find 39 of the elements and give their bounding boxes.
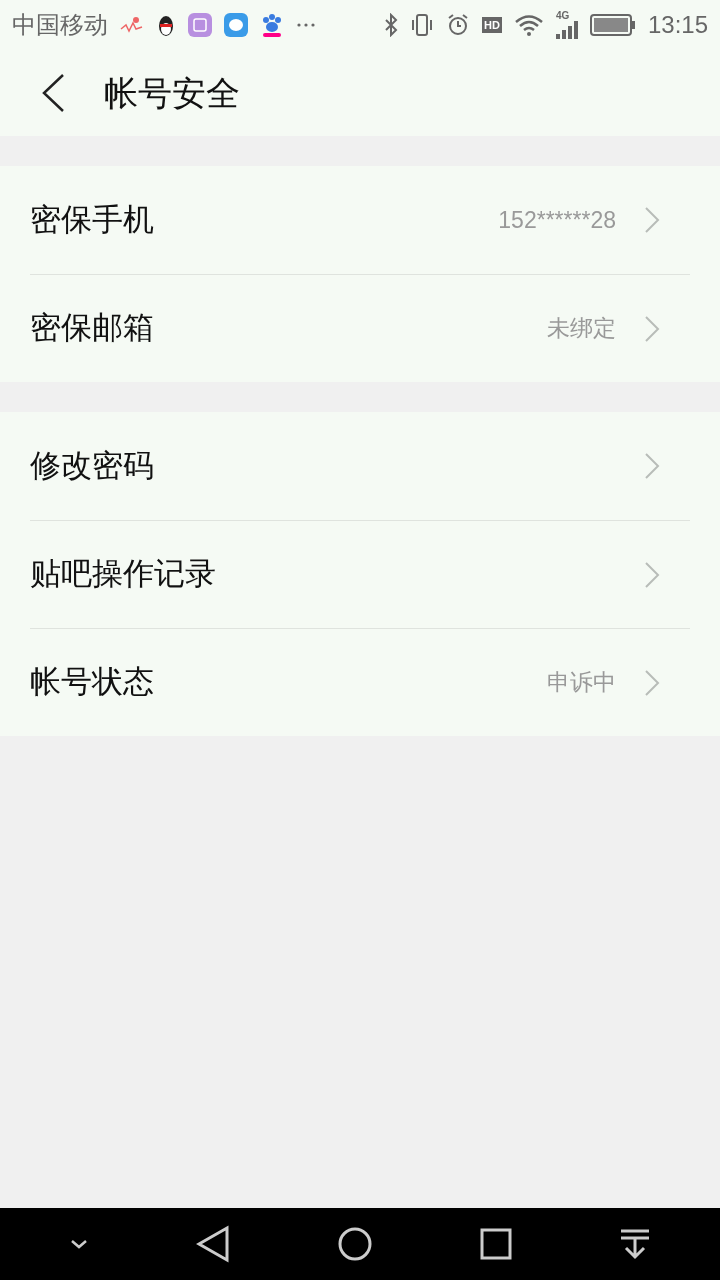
heartbeat-icon [120,15,144,35]
chevron-right-icon [644,452,660,480]
notification-pull-icon[interactable] [618,1228,651,1260]
wifi-icon [513,14,544,36]
settings-row[interactable]: 贴吧操作记录 [30,520,690,628]
chevron-right-icon [644,314,660,343]
chevron-right-icon [644,206,660,234]
gallery-app-icon [188,13,212,37]
row-label: 密保邮箱 [30,309,155,348]
row-label: 帐号状态 [30,663,155,702]
row-label: 修改密码 [30,446,155,485]
row-label: 贴吧操作记录 [30,555,217,594]
settings-row[interactable]: 密保邮箱 未绑定 [30,274,690,382]
bluetooth-icon [384,13,399,37]
message-app-icon [224,13,248,37]
settings-row[interactable]: 修改密码 [30,412,690,520]
penguin-icon [156,13,176,37]
settings-row[interactable]: 帐号状态 申诉中 [30,628,690,736]
home-circle-icon[interactable] [337,1226,373,1262]
recents-square-icon[interactable] [479,1228,512,1260]
row-value: 152******28 [498,205,616,235]
network-type: 4G [555,11,570,21]
back-icon [41,73,65,113]
paw-app-icon [260,12,284,38]
hd-badge: HD [482,17,502,33]
row-value: 申诉中 [547,668,616,698]
settings-row[interactable]: 密保手机 152******28 [30,166,690,274]
chevron-right-icon [644,560,660,589]
carrier-name: 中国移动 [12,10,108,40]
chevron-right-icon [644,668,660,697]
page-title: 帐号安全 [104,72,240,114]
clock-time: 13:15 [647,10,708,40]
more-icon [296,22,316,28]
back-triangle-icon[interactable] [196,1225,231,1263]
battery-icon [589,14,636,36]
row-label: 密保手机 [30,200,155,239]
signal-icon [555,21,578,39]
vibrate-icon [410,13,435,37]
row-value: 未绑定 [547,314,616,344]
